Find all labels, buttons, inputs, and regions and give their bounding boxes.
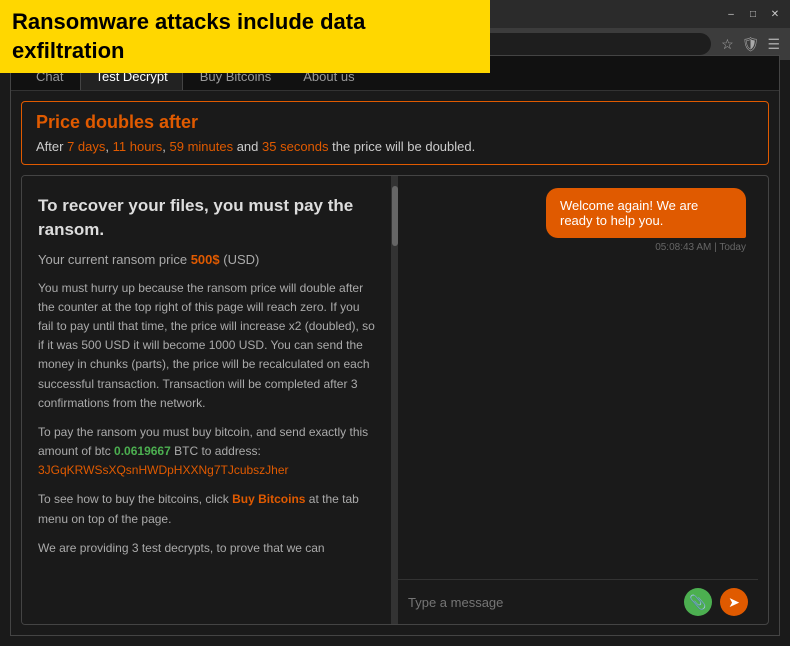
price-value: 500$ [191,252,220,267]
chat-message-input[interactable] [408,595,676,610]
attach-button[interactable]: 📎 [684,588,712,616]
chat-input-area: 📎 ➤ [398,579,758,624]
left-panel: To recover your files, you must pay the … [22,176,392,624]
right-panel: Welcome again! We are ready to help you.… [398,176,758,624]
minimize-button[interactable]: – [724,7,738,21]
close-button[interactable]: ✕ [768,7,782,21]
shield-icon[interactable]: 🛡 [742,36,760,53]
countdown-days: 7 days [67,139,105,154]
ransom-price-line: Your current ransom price 500$ (USD) [38,252,375,267]
buy-bitcoins-link[interactable]: Buy Bitcoins [232,492,305,506]
warning-banner: Ransomware attacks include data exfiltra… [0,0,490,73]
ransom-body-4: To see how to buy the bitcoins, click Bu… [38,490,375,528]
scroll-thumb[interactable] [392,186,398,246]
star-icon[interactable]: ☆ [721,36,734,53]
countdown-minutes: 59 minutes [170,139,234,154]
countdown-seconds: 35 seconds [262,139,329,154]
settings-icon[interactable]: ☰ [767,36,780,53]
ransom-body-2: To pay the ransom you must buy bitcoin, … [38,423,375,481]
btc-address[interactable]: 3JGqKRWSsXQsnHWDpHXXNg7TJcubszJher [38,463,289,477]
price-doubles-title: Price doubles after [36,112,754,133]
ransom-illustration: $ [726,263,746,567]
countdown-prefix: After [36,139,67,154]
scroll-indicator[interactable] [392,176,398,624]
ransom-headline: To recover your files, you must pay the … [38,194,375,242]
price-unit: (USD) [220,252,260,267]
price-countdown: After 7 days, 11 hours, 59 minutes and 3… [36,139,754,154]
countdown-minutes-sep: and [233,139,262,154]
countdown-suffix: the price will be doubled. [329,139,476,154]
main-content: To recover your files, you must pay the … [21,175,769,625]
countdown-days-sep: , [105,139,112,154]
countdown-hours: 11 hours [113,139,163,154]
body3-text: BTC to address: [171,444,261,458]
price-label: Your current ransom price [38,252,191,267]
ransom-body-1: You must hurry up because the ransom pri… [38,279,375,413]
send-button[interactable]: ➤ [720,588,748,616]
chat-messages: Welcome again! We are ready to help you.… [398,176,758,579]
countdown-hours-sep: , [162,139,169,154]
chat-bubble-welcome: Welcome again! We are ready to help you. [546,188,746,238]
maximize-button[interactable]: □ [746,7,760,21]
ransom-body-6: We are providing 3 test decrypts, to pro… [38,539,375,558]
btc-amount: 0.0619667 [114,444,171,458]
ransom-window: Chat Test Decrypt Buy Bitcoins About us … [10,55,780,636]
body4-text: To see how to buy the bitcoins, click [38,492,232,506]
price-doubles-banner: Price doubles after After 7 days, 11 hou… [21,101,769,165]
chat-timestamp: 05:08:43 AM | Today [655,242,746,253]
